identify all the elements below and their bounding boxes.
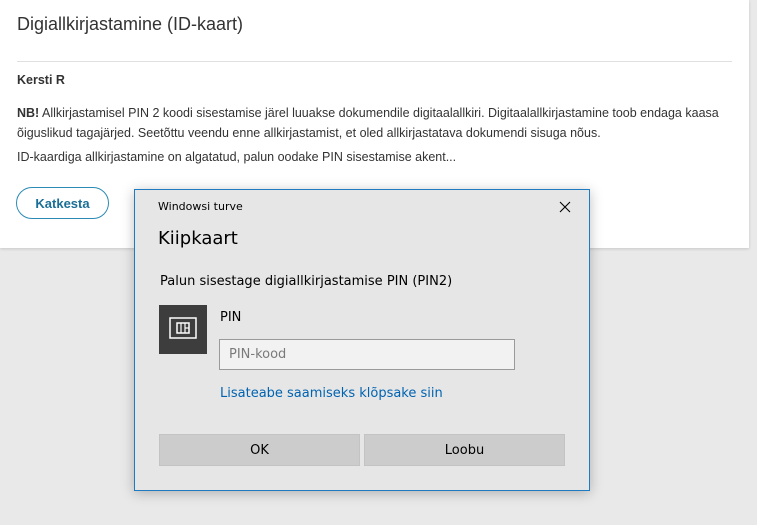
smartcard-tile: [159, 305, 207, 354]
close-icon[interactable]: [555, 197, 575, 217]
dialog-caption: Windowsi turve: [158, 200, 243, 213]
ok-button[interactable]: OK: [159, 434, 360, 466]
warning-text: Allkirjastamisel PIN 2 koodi sisestamise…: [17, 106, 719, 140]
page-title: Digiallkirjastamine (ID-kaart): [17, 14, 244, 34]
pin-input[interactable]: [219, 339, 515, 370]
title-divider: [17, 61, 732, 62]
cancel-button[interactable]: Loobu: [364, 434, 565, 466]
windows-security-dialog: Windowsi turve Kiipkaart Palun sisestage…: [134, 189, 590, 491]
more-info-link[interactable]: Lisateabe saamiseks klõpsake siin: [220, 386, 443, 401]
abort-signing-button[interactable]: Katkesta: [16, 187, 109, 219]
signer-name: Kersti R: [17, 73, 65, 87]
smartcard-icon: [169, 316, 197, 343]
legal-warning: NB! Allkirjastamisel PIN 2 koodi sisesta…: [17, 103, 735, 143]
dialog-prompt: Palun sisestage digiallkirjastamise PIN …: [160, 274, 453, 289]
warning-prefix: NB!: [17, 106, 40, 120]
signing-status: ID-kaardiga allkirjastamine on algatatud…: [17, 150, 457, 164]
page: Digiallkirjastamine (ID-kaart) Kersti R …: [0, 0, 757, 525]
dialog-heading: Kiipkaart: [158, 228, 238, 249]
pin-label: PIN: [220, 310, 242, 325]
